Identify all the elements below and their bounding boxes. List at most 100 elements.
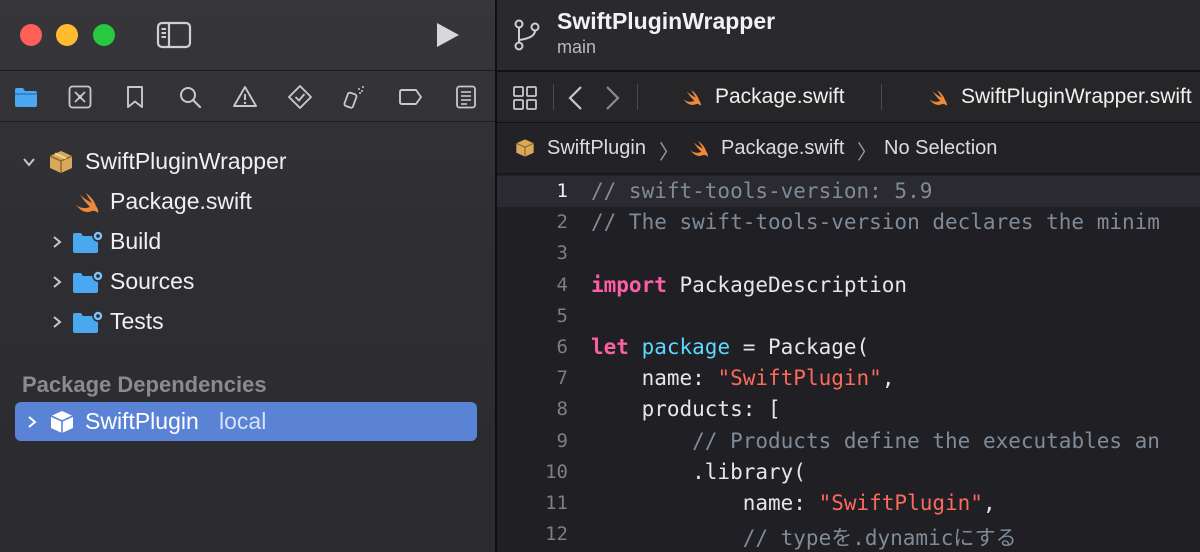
code-text: // The swift-tools-version declares the … xyxy=(591,210,1160,234)
close-window-button[interactable] xyxy=(20,24,42,46)
swift-icon xyxy=(687,137,711,159)
source-editor[interactable]: 1 // swift-tools-version: 5.9 2 // The swif… xyxy=(497,176,1200,552)
code-line[interactable]: 10 .library( xyxy=(497,457,1200,488)
code-line[interactable]: 11 name: "SwiftPlugin", xyxy=(497,488,1200,519)
code-text: let package = Package( xyxy=(591,335,869,359)
code-line[interactable]: 1 // swift-tools-version: 5.9 xyxy=(497,176,1200,207)
folder-gear-icon xyxy=(72,268,104,296)
breadcrumb-label: SwiftPlugin xyxy=(547,136,646,159)
chevron-left-icon[interactable] xyxy=(565,84,587,112)
tree-item-build[interactable]: Build xyxy=(0,222,495,262)
code-token-plain: products: [ xyxy=(591,397,781,421)
breadcrumb-item-swiftplugin[interactable]: SwiftPlugin xyxy=(513,135,646,161)
code-line[interactable]: 12 // typeを.dynamicにする xyxy=(497,519,1200,550)
report-icon[interactable] xyxy=(452,83,480,111)
related-items-grid-icon[interactable] xyxy=(511,84,539,112)
test-diamond-icon[interactable] xyxy=(286,83,314,111)
project-title: SwiftPluginWrapper xyxy=(557,8,776,34)
code-token-comment: // typeを.dynamicにする xyxy=(742,526,1017,550)
breadcrumb-separator: 〉 xyxy=(857,142,877,164)
tab-swiftpluginwrapper-swift[interactable]: SwiftPluginWrapper.swift xyxy=(925,82,1192,112)
divider xyxy=(637,84,638,110)
code-token-plain: PackageDescription xyxy=(666,273,908,297)
line-number: 5 xyxy=(556,305,568,327)
breadcrumb-item-no-selection[interactable]: No Selection xyxy=(884,135,997,161)
code-token-decl: package xyxy=(641,335,731,359)
code-token-comment: // The swift-tools-version declares the … xyxy=(591,210,1160,234)
chevron-right-icon[interactable] xyxy=(50,235,64,249)
code-token-plain: .library( xyxy=(591,460,806,484)
code-token-str: "SwiftPlugin" xyxy=(717,366,882,390)
source-control-icon[interactable] xyxy=(66,83,94,111)
run-icon[interactable] xyxy=(432,20,462,50)
section-header-package-dependencies: Package Dependencies xyxy=(22,372,267,397)
tree-item-label: Sources xyxy=(110,268,195,294)
dependency-item-swiftplugin[interactable]: SwiftPlugin local xyxy=(15,402,477,441)
code-line[interactable]: 8 products: [ xyxy=(497,394,1200,425)
tree-item-label: SwiftPluginWrapper xyxy=(85,148,287,174)
breadcrumb-item-package-swift[interactable]: Package.swift xyxy=(687,135,844,161)
code-text: .library( xyxy=(591,460,806,484)
code-line[interactable]: 3 xyxy=(497,238,1200,269)
code-line[interactable]: 2 // The swift-tools-version declares the… xyxy=(497,207,1200,238)
search-icon[interactable] xyxy=(176,83,204,111)
code-line[interactable]: 6 let package = Package( xyxy=(497,332,1200,363)
jump-bar: SwiftPlugin 〉 Package.swift 〉 No Selecti… xyxy=(497,123,1200,173)
package-icon xyxy=(48,408,76,436)
tree-item-label: Package.swift xyxy=(110,188,252,214)
chevron-right-icon[interactable] xyxy=(50,275,64,289)
tab-label: Package.swift xyxy=(715,85,845,108)
code-line[interactable]: 5 xyxy=(497,301,1200,332)
line-number: 7 xyxy=(556,367,568,389)
navigator-tab-bar xyxy=(0,71,495,121)
folder-icon[interactable] xyxy=(12,83,40,111)
code-token-plain: , xyxy=(982,491,996,515)
chevron-right-icon[interactable] xyxy=(50,315,64,329)
breakpoint-icon[interactable] xyxy=(396,83,424,111)
folder-gear-icon xyxy=(72,308,104,336)
minimize-window-button[interactable] xyxy=(56,24,78,46)
tree-item-sources[interactable]: Sources xyxy=(0,262,495,302)
branch-name[interactable]: main xyxy=(557,37,596,58)
line-number: 12 xyxy=(545,523,568,545)
line-number: 6 xyxy=(556,336,568,358)
code-text: import PackageDescription xyxy=(591,273,907,297)
breadcrumb-separator: 〉 xyxy=(659,142,679,164)
code-token-comment: // Products define the executables an xyxy=(692,429,1160,453)
code-line[interactable]: 9 // Products define the executables an xyxy=(497,426,1200,457)
chevron-down-icon[interactable] xyxy=(22,155,36,169)
chevron-right-icon[interactable] xyxy=(601,84,623,112)
code-text: // typeを.dynamicにする xyxy=(591,522,1017,552)
tab-label: SwiftPluginWrapper.swift xyxy=(961,85,1192,108)
code-line[interactable]: 7 name: "SwiftPlugin", xyxy=(497,363,1200,394)
toggle-sidebar-icon[interactable] xyxy=(156,20,192,50)
line-number: 9 xyxy=(556,430,568,452)
tree-item-swiftpluginwrapper[interactable]: SwiftPluginWrapper xyxy=(0,142,495,182)
spray-icon[interactable] xyxy=(340,83,368,111)
branch-icon[interactable] xyxy=(511,18,543,52)
package-icon xyxy=(513,137,537,159)
dependency-label: SwiftPlugin xyxy=(85,408,199,434)
code-token-comment: // swift-tools-version: 5.9 xyxy=(591,179,933,203)
tree-item-package-swift[interactable]: Package.swift xyxy=(0,182,495,222)
tab-package-swift[interactable]: Package.swift xyxy=(679,82,845,112)
divider xyxy=(881,84,882,110)
code-token-plain: = Package( xyxy=(730,335,870,359)
chevron-right-icon[interactable] xyxy=(25,415,39,429)
code-token-plain: name: xyxy=(591,491,819,515)
swift-icon xyxy=(679,86,705,108)
tree-item-tests[interactable]: Tests xyxy=(0,302,495,342)
code-text: name: "SwiftPlugin", xyxy=(591,491,996,515)
line-number: 4 xyxy=(556,274,568,296)
code-token-plain: , xyxy=(881,366,895,390)
warning-icon[interactable] xyxy=(231,83,259,111)
line-number: 3 xyxy=(556,242,568,264)
divider xyxy=(0,121,495,122)
sidebar-titlebar xyxy=(0,0,495,70)
bookmark-icon[interactable] xyxy=(121,83,149,111)
zoom-window-button[interactable] xyxy=(93,24,115,46)
code-line[interactable]: 4 import PackageDescription xyxy=(497,270,1200,301)
